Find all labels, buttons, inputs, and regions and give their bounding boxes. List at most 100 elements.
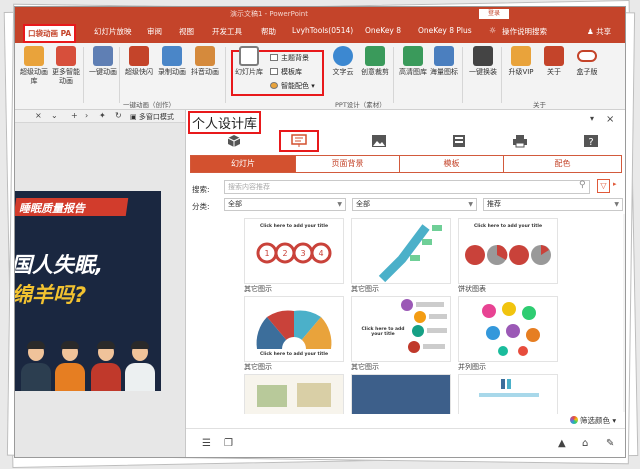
button-label: 升级VIP	[508, 68, 534, 76]
select-value: 全部	[356, 200, 370, 208]
tab-view[interactable]: 视图	[179, 26, 194, 37]
brush-icon[interactable]: ✎	[606, 438, 614, 449]
template-thumbnail	[244, 374, 344, 414]
close-icon[interactable]: ×	[606, 114, 614, 125]
slide-category-icon[interactable]	[291, 134, 307, 148]
button-label: 更多智能动画	[52, 68, 80, 85]
select-value: 全部	[228, 200, 242, 208]
button-label: 文字云	[332, 68, 354, 76]
slide-library-button[interactable]: 幻灯片库	[232, 46, 266, 77]
icons-icon	[434, 46, 454, 66]
icon-library-button[interactable]: 海量图标	[427, 46, 461, 77]
hd-gallery-button[interactable]: 高清图库	[396, 46, 430, 77]
slide-text-line2: 绵羊吗?	[15, 283, 87, 307]
help-category-icon[interactable]: ?	[583, 134, 599, 148]
template-caption: 饼状图表	[458, 285, 486, 293]
template-caption: 其它图示	[244, 363, 272, 371]
word-cloud-button[interactable]: 文字云	[326, 46, 360, 77]
box-version-button[interactable]: 盒子版	[570, 46, 604, 77]
tab-onekey8-plus[interactable]: OneKey 8 Plus	[418, 26, 472, 35]
tab-onekey8[interactable]: OneKey 8	[365, 26, 401, 35]
chevron-down-icon[interactable]: ⌄	[51, 111, 58, 120]
subtab-page-background[interactable]: 页面背景	[296, 156, 400, 172]
printer-category-icon[interactable]	[512, 134, 528, 148]
person-illustration	[55, 341, 85, 391]
home-icon[interactable]: ⌂	[582, 438, 588, 449]
template-thumbnail: Click here to add your title	[351, 296, 451, 362]
search-input[interactable]: 搜索内容推荐	[224, 180, 590, 194]
multi-window-button[interactable]: ▣ 多窗口模式	[130, 112, 174, 122]
upgrade-vip-button[interactable]: 升级VIP	[504, 46, 538, 77]
scrollbar[interactable]	[623, 214, 625, 412]
divider	[83, 47, 84, 103]
button-label: 高清图库	[399, 68, 427, 76]
category-select-1[interactable]: 全部 ▼	[224, 198, 346, 211]
add-icon[interactable]: +	[71, 111, 78, 120]
tab-developer[interactable]: 开发工具	[212, 26, 242, 37]
chevron-right-icon[interactable]: ▸	[613, 180, 617, 188]
template-thumbnail: Click here to add your title	[244, 296, 344, 362]
record-animation-button[interactable]: 录制动画	[155, 46, 189, 77]
panel-bottom-bar: ☰ ❐ ▲ ⌂ ✎	[186, 428, 625, 457]
panel-title: 个人设计库	[188, 111, 262, 134]
douyin-animation-button[interactable]: 抖音动画	[188, 46, 222, 77]
one-click-animation-button[interactable]: 一键动画	[86, 46, 120, 77]
svg-text:3: 3	[300, 249, 305, 258]
share-button[interactable]: ♟ 共享	[587, 26, 611, 37]
creative-crop-button[interactable]: 创意裁剪	[358, 46, 392, 77]
super-flash-button[interactable]: 超级快闪	[122, 46, 156, 77]
cloud-icon	[333, 46, 353, 66]
cube-category-icon[interactable]	[226, 134, 242, 148]
select-value: 推荐	[487, 200, 501, 208]
pane-toolbar: × ⌄ + › ✦ ↻ ▣ 多窗口模式	[15, 110, 185, 123]
chevron-right-icon[interactable]: ›	[85, 111, 88, 120]
tab-review[interactable]: 审阅	[147, 26, 162, 37]
tab-pocket-animation[interactable]: 口袋动画 PA	[23, 24, 77, 43]
background-icon	[270, 54, 278, 61]
template-grid: Click here to add your title 1 2 3 4 其它图示 其…	[192, 216, 618, 414]
template-caption: 其它图示	[351, 285, 379, 293]
filter-color-button[interactable]: 筛选颜色 ▾	[570, 415, 617, 426]
one-click-restyle-button[interactable]: 一键换装	[466, 46, 500, 77]
refresh-icon[interactable]: ↻	[115, 111, 122, 120]
flash-icon	[129, 46, 149, 66]
chevron-down-icon[interactable]: ▾	[590, 114, 594, 123]
close-icon[interactable]: ×	[35, 111, 42, 120]
tab-help[interactable]: 帮助	[261, 26, 276, 37]
image-category-icon[interactable]	[371, 134, 387, 148]
tab-slideshow[interactable]: 幻灯片放映	[94, 26, 132, 37]
subtab-slides[interactable]: 幻灯片	[191, 156, 296, 172]
subtab-color-scheme[interactable]: 配色	[504, 156, 621, 172]
smart-color-button[interactable]: 智能配色 ▾	[270, 81, 315, 91]
filter-button[interactable]: ▽	[597, 179, 610, 193]
signin-button[interactable]: 登录	[479, 9, 509, 19]
menu-icon[interactable]: ☰	[202, 438, 211, 449]
slides-icon	[239, 46, 259, 66]
pin-icon[interactable]: ✦	[99, 111, 106, 120]
tab-lvyhtools[interactable]: LvyhTools(0514)	[292, 26, 353, 35]
item-label: 模板库	[281, 68, 302, 76]
category-select-2[interactable]: 全部 ▼	[352, 198, 477, 211]
sort-select[interactable]: 推荐 ▼	[483, 198, 623, 211]
template-caption: 并列图示	[458, 363, 486, 371]
document-category-icon[interactable]	[451, 134, 467, 148]
search-icon[interactable]: ⚲	[579, 180, 586, 190]
slide-preview[interactable]: 睡眠质量报告 国人失眠, 绵羊吗?	[15, 191, 161, 391]
thumbnail-title: Click here to add your title	[473, 224, 543, 229]
chevron-down-icon: ▼	[468, 201, 473, 208]
theme-background-button[interactable]: 主题背景	[270, 53, 309, 63]
svg-text:4: 4	[318, 249, 323, 258]
more-smart-animation-button[interactable]: 更多智能动画	[49, 46, 83, 86]
subtab-template[interactable]: 模板	[400, 156, 504, 172]
super-animation-library-button[interactable]: 超级动画库	[17, 46, 51, 86]
group-label: 一键动画（创作）	[123, 101, 175, 109]
gallery-icon[interactable]: ❐	[224, 438, 233, 449]
graduation-cap-icon[interactable]: ▲	[558, 438, 566, 449]
divider	[462, 47, 463, 103]
person-illustration	[21, 341, 51, 391]
tell-me-search[interactable]: 操作说明搜索	[502, 26, 547, 37]
template-library-button[interactable]: 模板库	[270, 67, 302, 77]
ribbon: 超级动画库 更多智能动画 一键动画 超级快闪 录制动画 抖音动画 幻灯片库 主题…	[15, 43, 625, 110]
about-button[interactable]: 关于	[537, 46, 571, 77]
button-label: 录制动画	[158, 68, 186, 76]
